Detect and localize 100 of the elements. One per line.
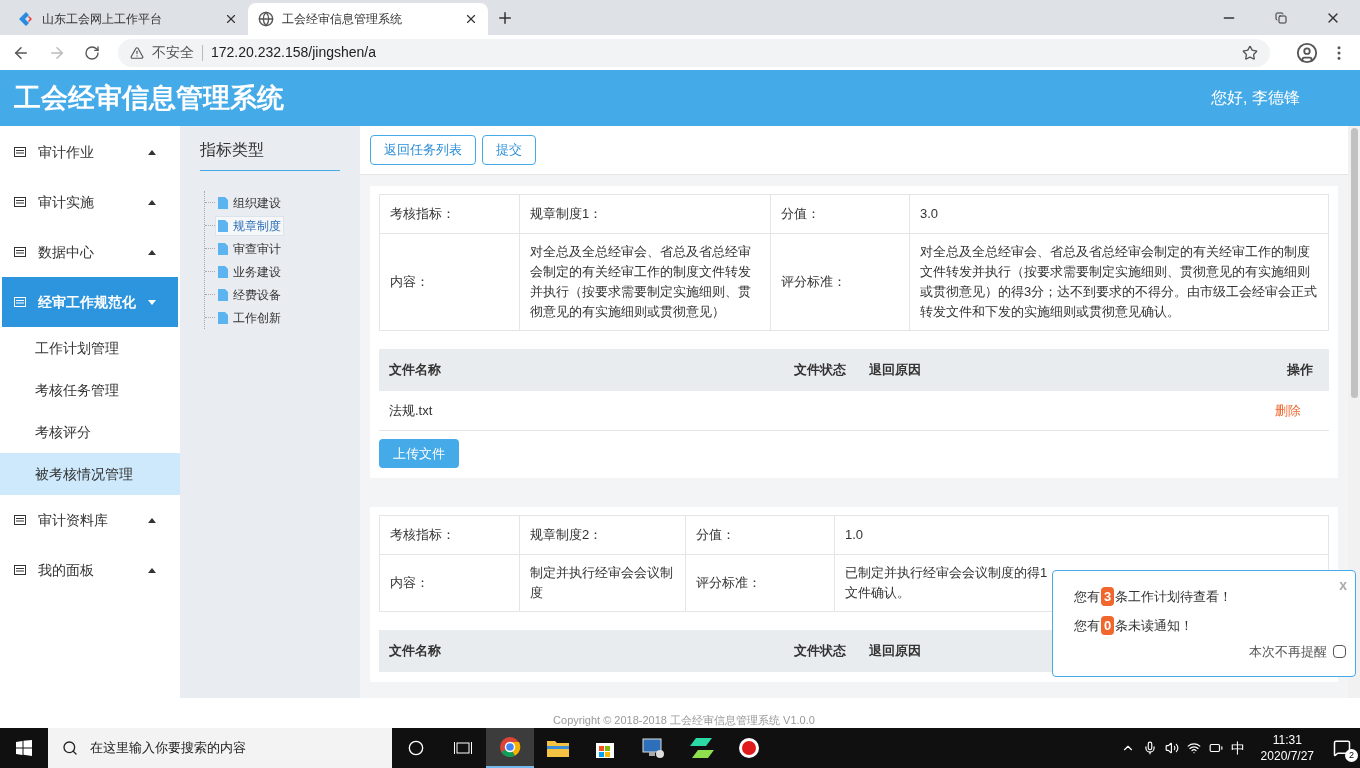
list-icon bbox=[14, 197, 26, 207]
bookmark-star-icon[interactable] bbox=[1242, 44, 1258, 61]
sidebar-item[interactable]: 审计作业 bbox=[2, 127, 178, 177]
notification-icon bbox=[1333, 739, 1351, 757]
file-icon bbox=[218, 242, 228, 255]
url-text: 172.20.232.158/jingshen/a bbox=[211, 43, 377, 62]
sidebar-item[interactable]: 审计资料库 bbox=[2, 495, 178, 545]
tree-item[interactable]: 业务建设 bbox=[215, 261, 284, 282]
file-icon bbox=[218, 288, 228, 301]
toolbar-button[interactable]: 提交 bbox=[482, 135, 536, 165]
computer-icon[interactable] bbox=[641, 737, 665, 759]
toolbar-button[interactable]: 返回任务列表 bbox=[370, 135, 476, 165]
address-field[interactable]: 不安全 172.20.232.158/jingshen/a bbox=[118, 38, 1270, 67]
notice-text: 条工作计划待查看！ bbox=[1115, 587, 1233, 606]
file-icon bbox=[218, 265, 228, 278]
app-title: 工会经审信息管理系统 bbox=[14, 81, 284, 115]
close-icon[interactable] bbox=[464, 12, 478, 26]
list-icon bbox=[14, 247, 26, 257]
caret-up-icon bbox=[148, 567, 156, 573]
browser-tab[interactable]: 工会经审信息管理系统 bbox=[248, 3, 488, 35]
caret-down-icon bbox=[148, 299, 156, 305]
input-method-indicator[interactable]: 中 bbox=[1230, 737, 1245, 759]
volume-icon[interactable] bbox=[1164, 741, 1179, 755]
caret-up-icon bbox=[148, 517, 156, 523]
greeting-text: 您好, 李德锋 bbox=[1211, 88, 1300, 108]
cortana-icon[interactable] bbox=[408, 740, 424, 756]
table-cell: 内容： bbox=[379, 554, 520, 612]
sidebar-item[interactable]: 审计实施 bbox=[2, 177, 178, 227]
chrome-taskbar-icon[interactable] bbox=[486, 728, 534, 768]
table-cell: 对全总及全总经审会、省总及省总经审会制定的有关经审工作的制度文件转发并执行（按要求需要制定实施细则、贯彻意见的有实施细则或贯彻意见）的得3分；达不到要求的不得分。由市级工会经审会正式转发文件和下发的实施细则或贯彻意见确认。 bbox=[909, 233, 1329, 331]
count-badge: 0 bbox=[1101, 615, 1115, 636]
table-cell: 评分标准： bbox=[770, 233, 910, 331]
notice-text: 条未读通知！ bbox=[1115, 616, 1194, 635]
search-icon bbox=[62, 740, 78, 756]
taskbar-search-field[interactable]: 在这里输入你要搜索的内容 bbox=[90, 738, 378, 758]
checkbox-label: 本次不再提醒 bbox=[1249, 643, 1327, 661]
microphone-icon[interactable] bbox=[1142, 741, 1157, 755]
close-icon[interactable] bbox=[224, 12, 238, 26]
notice-text: 您有 bbox=[1074, 616, 1100, 635]
tree-item[interactable]: 组织建设 bbox=[215, 192, 284, 213]
table-cell: 1.0 bbox=[834, 515, 1329, 555]
list-icon bbox=[14, 147, 26, 157]
caret-up-icon bbox=[148, 199, 156, 205]
warning-icon bbox=[130, 45, 144, 60]
table-cell: 考核指标： bbox=[379, 515, 520, 555]
tree-item[interactable]: 规章制度 bbox=[215, 215, 284, 236]
file-icon bbox=[218, 311, 228, 324]
submenu-item[interactable]: 考核评分 bbox=[0, 411, 180, 453]
submenu-item[interactable]: 工作计划管理 bbox=[0, 327, 180, 369]
record-icon[interactable] bbox=[738, 737, 760, 759]
table-cell: 内容： bbox=[379, 233, 520, 331]
column-header: 文件名称 bbox=[388, 642, 442, 661]
notice-text: 您有 bbox=[1074, 587, 1100, 606]
tree-item[interactable]: 经费设备 bbox=[215, 284, 284, 305]
column-header: 文件状态 bbox=[793, 361, 847, 380]
file-icon bbox=[218, 196, 228, 209]
table-cell: 3.0 bbox=[909, 194, 1329, 234]
table-cell: 对全总及全总经审会、省总及省总经审会制定的有关经审工作的制度文件转发并执行（按要求需要制定实施细则、贯彻意见的有实施细则或贯彻意见） bbox=[519, 233, 771, 331]
copyright-text: Copyright © 2018-2018 工会经审信息管理系统 V1.0.0 bbox=[553, 712, 815, 728]
task-view-icon[interactable] bbox=[454, 740, 472, 756]
table-cell: 规章制度2： bbox=[519, 515, 686, 555]
app-icon[interactable] bbox=[690, 738, 714, 758]
reload-icon[interactable] bbox=[84, 44, 100, 61]
list-icon bbox=[14, 565, 26, 575]
clock[interactable]: 11:31 2020/7/27 bbox=[1252, 732, 1322, 764]
table-cell: 考核指标： bbox=[379, 194, 520, 234]
tab-title: 山东工会网上工作平台 bbox=[42, 11, 163, 28]
table-cell: 分值： bbox=[685, 515, 835, 555]
caret-up-icon bbox=[148, 249, 156, 255]
column-header: 操作 bbox=[1287, 361, 1314, 380]
table-cell: 分值： bbox=[770, 194, 910, 234]
caret-up-icon bbox=[148, 149, 156, 155]
windows-logo-icon[interactable] bbox=[16, 740, 32, 756]
network-icon[interactable] bbox=[1186, 741, 1201, 755]
column-header: 退回原因 bbox=[869, 642, 922, 661]
sidebar-item[interactable]: 我的面板 bbox=[2, 545, 178, 595]
table-cell: 评分标准： bbox=[685, 554, 835, 612]
column-header: 文件名称 bbox=[388, 361, 442, 380]
column-header: 文件状态 bbox=[793, 642, 847, 661]
list-icon bbox=[14, 515, 26, 525]
profile-icon[interactable] bbox=[1296, 41, 1318, 64]
restore-icon[interactable] bbox=[1275, 11, 1287, 24]
checkbox[interactable] bbox=[1333, 645, 1346, 659]
new-tab-icon[interactable] bbox=[496, 9, 514, 27]
submenu-item[interactable]: 被考核情况管理 bbox=[0, 453, 180, 495]
sidebar-item[interactable]: 数据中心 bbox=[2, 227, 178, 277]
tree-item[interactable]: 工作创新 bbox=[215, 307, 284, 328]
battery-icon[interactable] bbox=[1208, 741, 1223, 755]
folder-icon[interactable] bbox=[547, 739, 569, 757]
tree-item[interactable]: 审查审计 bbox=[215, 238, 284, 259]
tab-title: 工会经审信息管理系统 bbox=[282, 11, 403, 28]
taskbar-search-box[interactable]: 在这里输入你要搜索的内容 bbox=[48, 728, 392, 768]
table-cell: 制定并执行经审会会议制度 bbox=[519, 554, 686, 612]
security-label: 不安全 bbox=[152, 43, 194, 62]
column-header: 退回原因 bbox=[869, 361, 922, 380]
notification-count: 2 bbox=[1345, 749, 1358, 762]
file-name: 法规.txt bbox=[388, 401, 434, 420]
table-cell: 规章制度1： bbox=[519, 194, 771, 234]
submenu-item[interactable]: 考核任务管理 bbox=[0, 369, 180, 411]
tree-title: 指标类型 bbox=[200, 138, 340, 171]
